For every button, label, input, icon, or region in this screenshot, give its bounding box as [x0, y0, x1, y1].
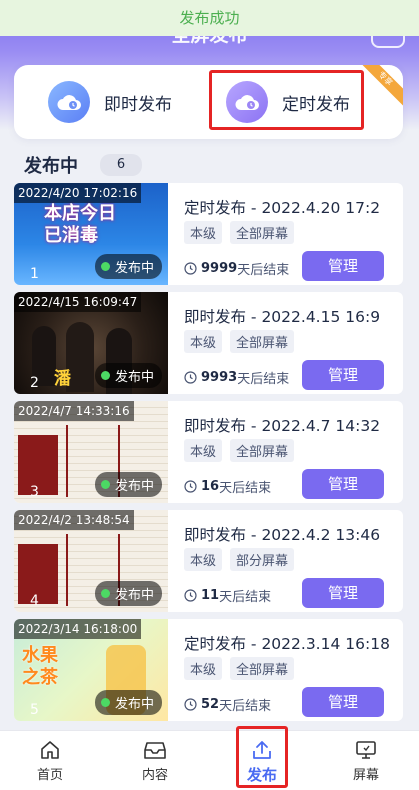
home-icon [10, 739, 90, 761]
screen-scope-tag: 全部屏幕 [230, 439, 295, 462]
thumbnail-timestamp: 2022/4/20 17:02:16 [14, 183, 142, 203]
manage-button[interactable]: 管理 [302, 578, 384, 608]
list-item[interactable]: 2022/4/7 14:33:16 3 发布中 即时发布 - 2022.4.7 … [14, 401, 403, 503]
item-title: 定时发布 - 2022.4.20 17:2 [184, 199, 381, 217]
nav-home-label: 首页 [36, 768, 63, 783]
level-tag: 本级 [184, 330, 223, 353]
expire-days: 52 [201, 697, 220, 712]
expire-days: 9999 [201, 261, 238, 276]
thumbnail: 2022/4/7 14:33:16 3 发布中 [14, 401, 168, 503]
manage-button[interactable]: 管理 [302, 251, 384, 281]
list-item[interactable]: 本店今日 已消毒 2022/4/20 17:02:16 1 发布中 定时发布 -… [14, 183, 403, 285]
thumbnail-timestamp: 2022/4/2 13:48:54 [14, 510, 134, 530]
scheduled-publish-option[interactable]: 定时发布 [226, 65, 350, 139]
nav-content[interactable]: 内容 [115, 739, 195, 783]
scheduled-publish-label: 定时发布 [282, 94, 350, 115]
status-badge: 发布中 [94, 581, 162, 606]
cloud-icon [48, 81, 90, 123]
nav-publish[interactable]: 发布 [222, 739, 302, 785]
expire-days: 16 [201, 479, 220, 494]
expire-info: 52 天后结束 [184, 695, 271, 714]
status-dot-icon [100, 698, 110, 707]
manage-button[interactable]: 管理 [302, 360, 384, 390]
section-count-badge: 6 [100, 154, 142, 176]
nav-screen-label: 屏幕 [352, 768, 379, 783]
exclusive-badge: 专享 [355, 65, 403, 113]
list-item[interactable]: 潘 2022/4/15 16:09:47 2 发布中 即时发布 - 2022.4… [14, 292, 403, 394]
clock-icon [184, 698, 197, 711]
nav-publish-label: 发布 [246, 766, 277, 784]
level-tag: 本级 [184, 657, 223, 680]
thumbnail: 水果 之茶 2022/3/14 16:18:00 5 发布中 [14, 619, 168, 721]
screen-scope-tag: 全部屏幕 [230, 221, 295, 244]
list-item[interactable]: 2022/4/2 13:48:54 4 发布中 即时发布 - 2022.4.2 … [14, 510, 403, 612]
expire-info: 9999 天后结束 [184, 259, 289, 278]
expire-days: 9993 [201, 370, 238, 385]
manage-button[interactable]: 管理 [302, 687, 384, 717]
thumbnail-timestamp: 2022/3/14 16:18:00 [14, 619, 142, 639]
item-index: 4 [30, 593, 39, 609]
status-dot-icon [100, 480, 110, 489]
publish-mode-card: 即时发布 定时发布 专享 [14, 65, 403, 139]
cloud-clock-icon [226, 81, 268, 123]
thumbnail-overlay-text: 本店今日 已消毒 [44, 203, 116, 246]
section-title: 发布中 [24, 156, 78, 177]
item-info: 即时发布 - 2022.4.7 14:32 本级 全部屏幕 16 天后结束 管理 [184, 401, 399, 503]
item-title: 定时发布 - 2022.3.14 16:18 [184, 635, 390, 653]
nav-content-label: 内容 [141, 768, 168, 783]
screen-scope-tag: 全部屏幕 [230, 330, 295, 353]
level-tag: 本级 [184, 548, 223, 571]
status-badge: 发布中 [94, 254, 162, 279]
expire-info: 9993 天后结束 [184, 368, 289, 387]
item-title: 即时发布 - 2022.4.2 13:46 [184, 526, 381, 544]
thumbnail-timestamp: 2022/4/7 14:33:16 [14, 401, 134, 421]
clock-icon [184, 371, 197, 384]
screen-scope-tag: 部分屏幕 [230, 548, 295, 571]
monitor-icon [326, 739, 406, 761]
status-dot-icon [100, 371, 110, 380]
immediate-publish-label: 即时发布 [104, 94, 172, 115]
expire-info: 16 天后结束 [184, 477, 271, 496]
item-index: 2 [30, 375, 39, 391]
status-badge: 发布中 [94, 472, 162, 497]
thumbnail-timestamp: 2022/4/15 16:09:47 [14, 292, 142, 312]
manage-button[interactable]: 管理 [302, 469, 384, 499]
item-title: 即时发布 - 2022.4.7 14:32 [184, 417, 381, 435]
clock-icon [184, 480, 197, 493]
thumbnail: 潘 2022/4/15 16:09:47 2 发布中 [14, 292, 168, 394]
inbox-icon [115, 739, 195, 761]
clock-icon [184, 262, 197, 275]
nav-home[interactable]: 首页 [10, 739, 90, 783]
upload-icon [222, 739, 302, 761]
expire-days: 11 [201, 588, 220, 603]
item-info: 即时发布 - 2022.4.2 13:46 本级 部分屏幕 11 天后结束 管理 [184, 510, 399, 612]
item-info: 定时发布 - 2022.3.14 16:18 本级 全部屏幕 52 天后结束 管理 [184, 619, 399, 721]
bottom-nav: 首页 内容 发布 屏幕 [0, 730, 419, 790]
level-tag: 本级 [184, 221, 223, 244]
item-info: 即时发布 - 2022.4.15 16:9 本级 全部屏幕 9993 天后结束 管… [184, 292, 399, 394]
list-item[interactable]: 水果 之茶 2022/3/14 16:18:00 5 发布中 定时发布 - 20… [14, 619, 403, 721]
nav-screen[interactable]: 屏幕 [326, 739, 406, 783]
item-index: 3 [30, 484, 39, 500]
section-header: 发布中 6 [24, 152, 142, 178]
level-tag: 本级 [184, 439, 223, 462]
status-badge: 发布中 [94, 690, 162, 715]
thumbnail-overlay-text: 水果 之茶 [22, 645, 58, 688]
status-dot-icon [100, 262, 110, 271]
screen-scope-tag: 全部屏幕 [230, 657, 295, 680]
item-index: 5 [30, 702, 39, 718]
clock-icon [184, 589, 197, 602]
thumbnail: 本店今日 已消毒 2022/4/20 17:02:16 1 发布中 [14, 183, 168, 285]
success-toast: 发布成功 [0, 0, 419, 36]
item-title: 即时发布 - 2022.4.15 16:9 [184, 308, 381, 326]
immediate-publish-option[interactable]: 即时发布 [48, 65, 172, 139]
item-info: 定时发布 - 2022.4.20 17:2 本级 全部屏幕 9999 天后结束 管… [184, 183, 399, 285]
status-dot-icon [100, 589, 110, 598]
thumbnail: 2022/4/2 13:48:54 4 发布中 [14, 510, 168, 612]
item-index: 1 [30, 266, 39, 282]
status-badge: 发布中 [94, 363, 162, 388]
expire-info: 11 天后结束 [184, 586, 271, 605]
